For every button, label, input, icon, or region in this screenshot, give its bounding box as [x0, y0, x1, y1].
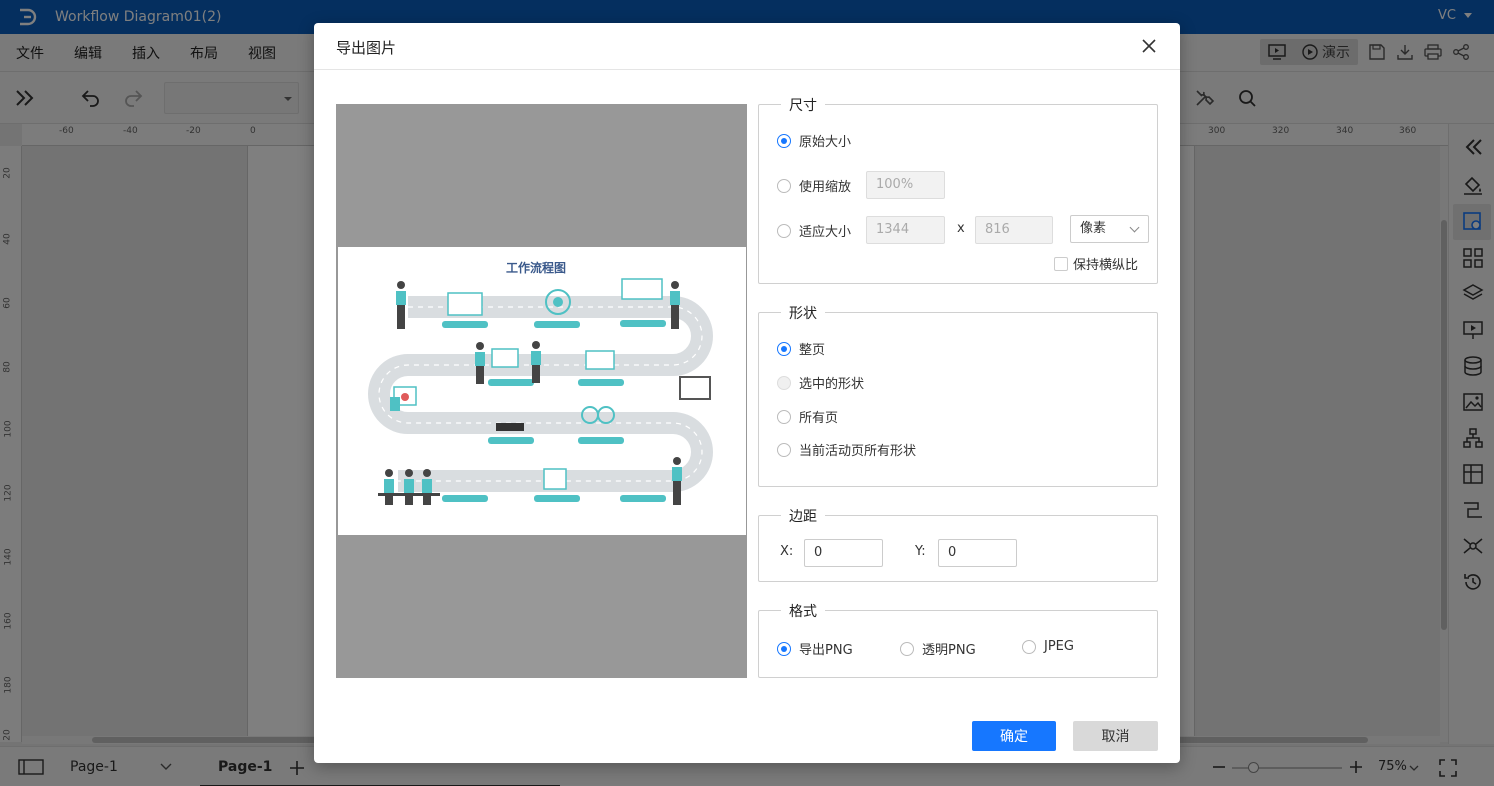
radio[interactable]: [777, 442, 791, 457]
format-legend: 格式: [781, 601, 825, 621]
radio-disabled[interactable]: [777, 375, 791, 390]
format-transparent-png-label: 透明PNG: [922, 643, 976, 658]
preview-title: 工作流程图: [506, 260, 566, 275]
preview-image: 工作流程图: [338, 247, 746, 535]
margin-x-input[interactable]: 0: [804, 539, 883, 567]
margin-legend: 边距: [781, 506, 825, 526]
chevron-down-icon: [1129, 222, 1140, 233]
margin-fieldset: 边距 X: 0 Y: 0: [758, 506, 1158, 582]
format-jpeg-option[interactable]: JPEG: [1022, 639, 1074, 654]
scale-input[interactable]: 100%: [866, 171, 945, 199]
size-scale-label: 使用缩放: [799, 180, 852, 195]
margin-x-label: X:: [780, 544, 794, 559]
times-label: x: [957, 221, 965, 236]
radio[interactable]: [777, 223, 791, 238]
keep-ratio-label: 保持横纵比: [1073, 258, 1139, 273]
unit-select[interactable]: 像素: [1070, 215, 1149, 243]
keep-ratio-option[interactable]: 保持横纵比: [1054, 254, 1138, 273]
export-image-dialog: 导出图片 工作流程图 尺寸 原始大小 使用缩放 100% 适应大小 1344 x…: [314, 23, 1180, 763]
shape-active-page-label: 当前活动页所有形状: [799, 444, 917, 459]
unit-value: 像素: [1080, 221, 1107, 236]
radio[interactable]: [900, 641, 914, 656]
shape-fieldset: 形状 整页 选中的形状 所有页 当前活动页所有形状: [758, 303, 1158, 487]
shape-all-pages-label: 所有页: [799, 411, 839, 426]
size-original-option[interactable]: 原始大小: [777, 131, 851, 150]
workflow-preview-graphic: 工作流程图: [368, 260, 713, 505]
shape-whole-page-option[interactable]: 整页: [777, 339, 825, 358]
radio-checked[interactable]: [777, 133, 791, 148]
height-input[interactable]: 816: [975, 216, 1053, 244]
shape-selected-option[interactable]: 选中的形状: [777, 373, 864, 392]
width-input[interactable]: 1344: [866, 216, 945, 244]
format-png-label: 导出PNG: [799, 643, 853, 658]
format-transparent-png-option[interactable]: 透明PNG: [900, 639, 976, 658]
checkbox[interactable]: [1054, 256, 1068, 271]
size-fieldset: 尺寸 原始大小 使用缩放 100% 适应大小 1344 x 816 像素 保持横…: [758, 95, 1158, 284]
size-fit-label: 适应大小: [799, 225, 852, 240]
radio[interactable]: [1022, 639, 1036, 654]
size-original-label: 原始大小: [799, 135, 852, 150]
size-legend: 尺寸: [781, 95, 825, 115]
radio-checked[interactable]: [777, 641, 791, 656]
margin-y-input[interactable]: 0: [938, 539, 1017, 567]
dialog-header: 导出图片: [314, 23, 1180, 70]
shape-all-pages-option[interactable]: 所有页: [777, 407, 838, 426]
confirm-button[interactable]: 确定: [972, 721, 1056, 751]
radio[interactable]: [777, 409, 791, 424]
format-jpeg-label: JPEG: [1044, 639, 1074, 654]
export-preview: 工作流程图: [336, 104, 747, 678]
radio-checked[interactable]: [777, 341, 791, 356]
format-fieldset: 格式 导出PNG 透明PNG JPEG: [758, 601, 1158, 678]
format-png-option[interactable]: 导出PNG: [777, 639, 853, 658]
shape-whole-page-label: 整页: [799, 343, 826, 358]
close-icon[interactable]: [1140, 37, 1158, 55]
cancel-button[interactable]: 取消: [1073, 721, 1158, 751]
dialog-title: 导出图片: [336, 39, 397, 57]
margin-y-label: Y:: [915, 544, 926, 559]
shape-selected-label: 选中的形状: [799, 377, 865, 392]
size-fit-option[interactable]: 适应大小: [777, 221, 851, 240]
size-scale-option[interactable]: 使用缩放: [777, 176, 851, 195]
radio[interactable]: [777, 178, 791, 193]
shape-legend: 形状: [781, 303, 825, 323]
shape-active-page-option[interactable]: 当前活动页所有形状: [777, 440, 916, 459]
